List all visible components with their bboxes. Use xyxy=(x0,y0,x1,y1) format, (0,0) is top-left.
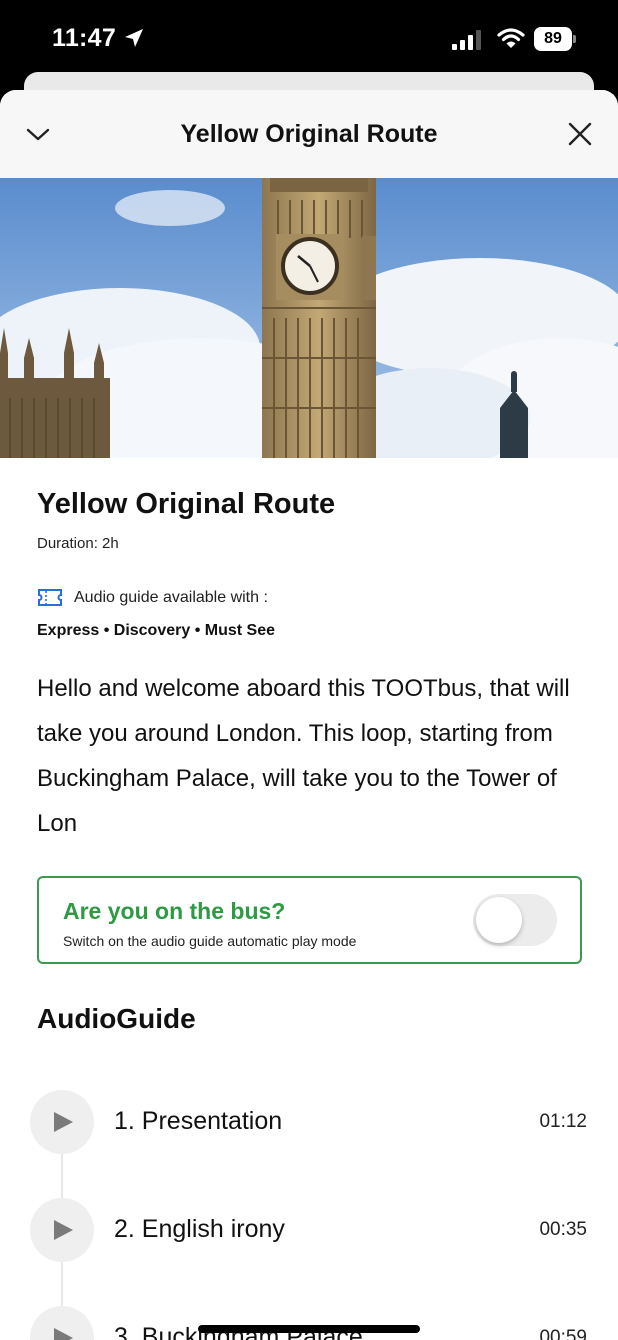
track-row[interactable]: 3. Buckingham Palace 00:59 xyxy=(30,1306,590,1340)
packages-list: Express • Discovery • Must See xyxy=(37,622,275,639)
wifi-icon xyxy=(497,28,525,48)
cellular-signal-icon xyxy=(452,30,481,50)
sheet-title: Yellow Original Route xyxy=(180,120,438,148)
track-title: 1. Presentation xyxy=(114,1107,283,1135)
audioguide-title: AudioGuide xyxy=(37,1003,196,1034)
play-icon xyxy=(54,1112,73,1132)
bus-card-subtitle: Switch on the audio guide automatic play… xyxy=(63,933,357,949)
track-duration: 00:59 xyxy=(539,1327,587,1340)
hero-image xyxy=(0,178,618,458)
battery-level: 89 xyxy=(534,27,572,51)
on-the-bus-card: Are you on the bus? Switch on the audio … xyxy=(37,876,582,964)
ticket-icon xyxy=(38,589,62,606)
battery-icon: 89 xyxy=(534,27,576,51)
status-bar: 11:47 89 xyxy=(0,0,618,80)
auto-play-toggle[interactable] xyxy=(473,894,557,946)
track-title: 2. English irony xyxy=(114,1215,285,1243)
route-duration: Duration: 2h xyxy=(37,535,119,552)
audio-availability: Audio guide available with : xyxy=(37,588,268,607)
track-duration: 01:12 xyxy=(539,1111,587,1132)
play-icon xyxy=(54,1220,73,1240)
track-row[interactable]: 2. English irony 00:35 xyxy=(30,1198,590,1262)
route-title: Yellow Original Route xyxy=(37,488,336,520)
play-icon xyxy=(54,1328,73,1340)
bus-card-title: Are you on the bus? xyxy=(63,898,286,924)
route-sheet: Yellow Original Route Yellow Original Ro… xyxy=(0,90,618,1340)
close-icon[interactable] xyxy=(562,116,598,152)
location-arrow-icon xyxy=(125,29,143,47)
track-row[interactable]: 1. Presentation 01:12 xyxy=(30,1090,590,1154)
play-button[interactable] xyxy=(30,1198,94,1262)
play-button[interactable] xyxy=(30,1306,94,1340)
home-indicator[interactable] xyxy=(198,1325,420,1333)
sheet-header: Yellow Original Route xyxy=(0,90,618,178)
status-time: 11:47 xyxy=(52,24,117,52)
toggle-knob xyxy=(476,897,522,943)
track-duration: 00:35 xyxy=(539,1219,587,1240)
route-description: Hello and welcome aboard this TOOTbus, t… xyxy=(37,675,570,837)
audio-guide-label: Audio guide available with : xyxy=(74,588,268,606)
play-button[interactable] xyxy=(30,1090,94,1154)
